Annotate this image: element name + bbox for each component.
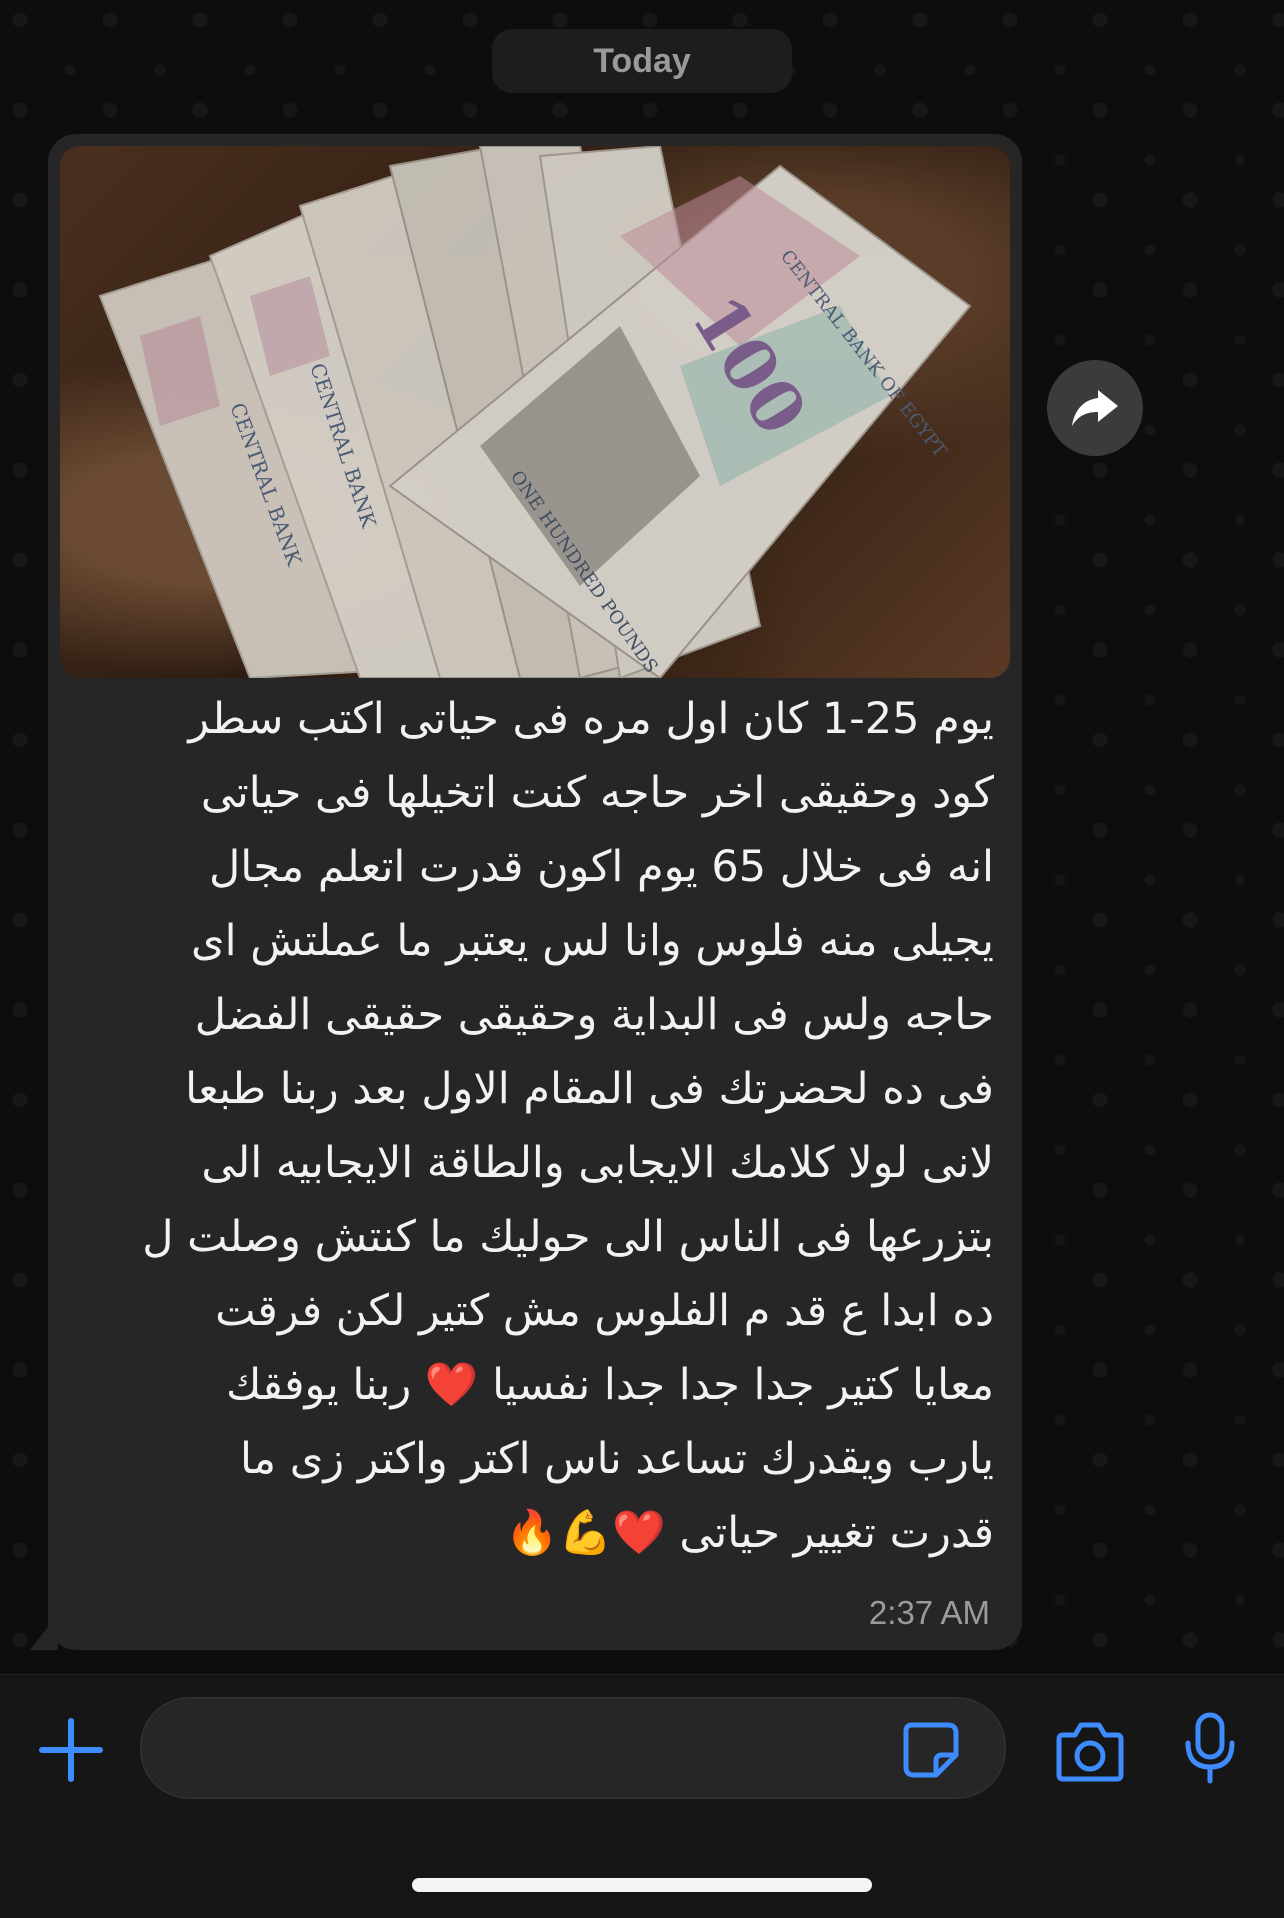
attach-button[interactable]: [36, 1715, 106, 1785]
date-separator: Today: [492, 29, 792, 93]
message-bubble[interactable]: CENTRAL BANK CENTRAL BANK CENTRAL BANK O…: [48, 134, 1022, 1650]
sticker-button[interactable]: [902, 1721, 960, 1779]
banknotes-illustration: CENTRAL BANK CENTRAL BANK CENTRAL BANK O…: [98, 146, 972, 678]
camera-button[interactable]: [1055, 1719, 1125, 1783]
plus-icon: [39, 1718, 103, 1782]
chat-area: Today CENTRAL BANK CENTRAL BANK CENTRAL …: [0, 0, 1284, 1674]
microphone-button[interactable]: [1180, 1711, 1240, 1787]
message-photo[interactable]: CENTRAL BANK CENTRAL BANK CENTRAL BANK O…: [60, 146, 1010, 678]
forward-button[interactable]: [1047, 360, 1143, 456]
forward-arrow-icon: [1072, 390, 1118, 426]
camera-icon: [1056, 1722, 1124, 1782]
microphone-icon: [1185, 1712, 1235, 1784]
sticker-icon: [903, 1722, 959, 1778]
message-text: يوم 25-1 كان اول مره فى حياتى اكتب سطر ك…: [142, 694, 994, 1558]
home-indicator: [412, 1878, 872, 1892]
message-input[interactable]: [140, 1697, 1006, 1799]
message-timestamp: 2:37 AM: [868, 1594, 990, 1631]
